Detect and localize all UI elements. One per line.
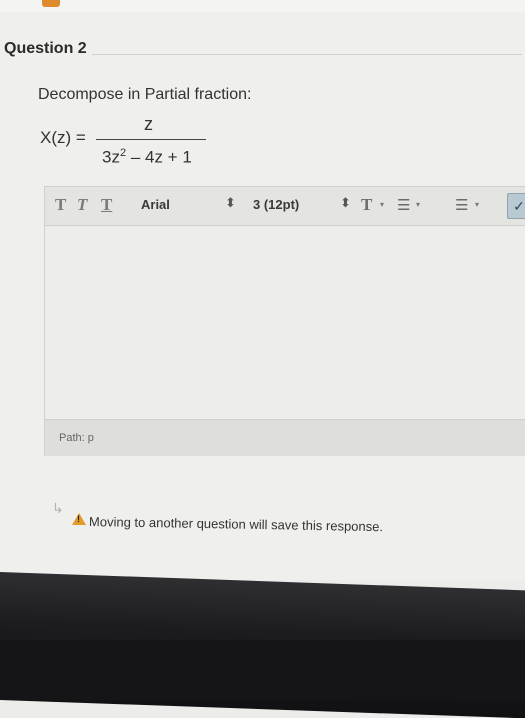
question-prompt: Decompose in Partial fraction:	[38, 86, 252, 103]
rich-text-editor: T T T Arial ⬍ 3 (12pt) ⬍ T ▾ ☰ ▾ ☰ ▾ ✓ P…	[44, 186, 525, 456]
denominator-base: 3z	[102, 147, 120, 167]
denominator-rest: – 4z + 1	[126, 147, 192, 167]
bullet-list-caret-icon[interactable]: ▾	[416, 200, 420, 209]
bullet-list-icon[interactable]: ☰	[397, 196, 410, 214]
notice-arrow-icon: ↳	[52, 500, 64, 516]
warning-icon-glyph: !	[77, 514, 80, 524]
browser-tab-indicator[interactable]	[42, 0, 60, 7]
font-size-arrow-icon[interactable]: ⬍	[340, 195, 351, 211]
spell-check-icon[interactable]: ✓	[507, 193, 525, 219]
text-color-caret-icon[interactable]: ▾	[380, 200, 384, 209]
path-label: Path: p	[59, 432, 94, 444]
answer-text-area[interactable]	[45, 226, 525, 419]
text-color-button[interactable]: T	[361, 195, 372, 215]
title-divider	[92, 54, 522, 55]
font-family-arrow-icon[interactable]: ⬍	[225, 195, 236, 211]
font-size-select[interactable]: 3 (12pt)	[253, 197, 299, 212]
save-notice: Moving to another question will save thi…	[88, 514, 384, 535]
numbered-list-icon[interactable]: ☰	[455, 196, 468, 214]
question-title: Question 2	[4, 40, 87, 57]
formula-lhs: X(z) =	[40, 128, 86, 147]
warning-icon: !	[72, 513, 86, 525]
numbered-list-caret-icon[interactable]: ▾	[475, 200, 479, 209]
font-family-select[interactable]: Arial	[141, 197, 170, 212]
editor-path-bar: Path: p	[45, 419, 525, 456]
formula: X(z) = z 3z2 – 4z + 1	[40, 114, 240, 174]
underline-button[interactable]: T	[101, 195, 112, 215]
editor-toolbar: T T T Arial ⬍ 3 (12pt) ⬍ T ▾ ☰ ▾ ☰ ▾ ✓	[45, 187, 525, 226]
fraction-bar	[96, 139, 206, 140]
screen: Question 2 Decompose in Partial fraction…	[0, 0, 525, 580]
top-strip	[0, 0, 525, 12]
formula-denominator: 3z2 – 4z + 1	[102, 147, 192, 168]
italic-button[interactable]: T	[77, 195, 87, 215]
monitor-base	[0, 640, 525, 700]
formula-numerator: z	[144, 114, 153, 134]
bold-button[interactable]: T	[55, 195, 66, 215]
